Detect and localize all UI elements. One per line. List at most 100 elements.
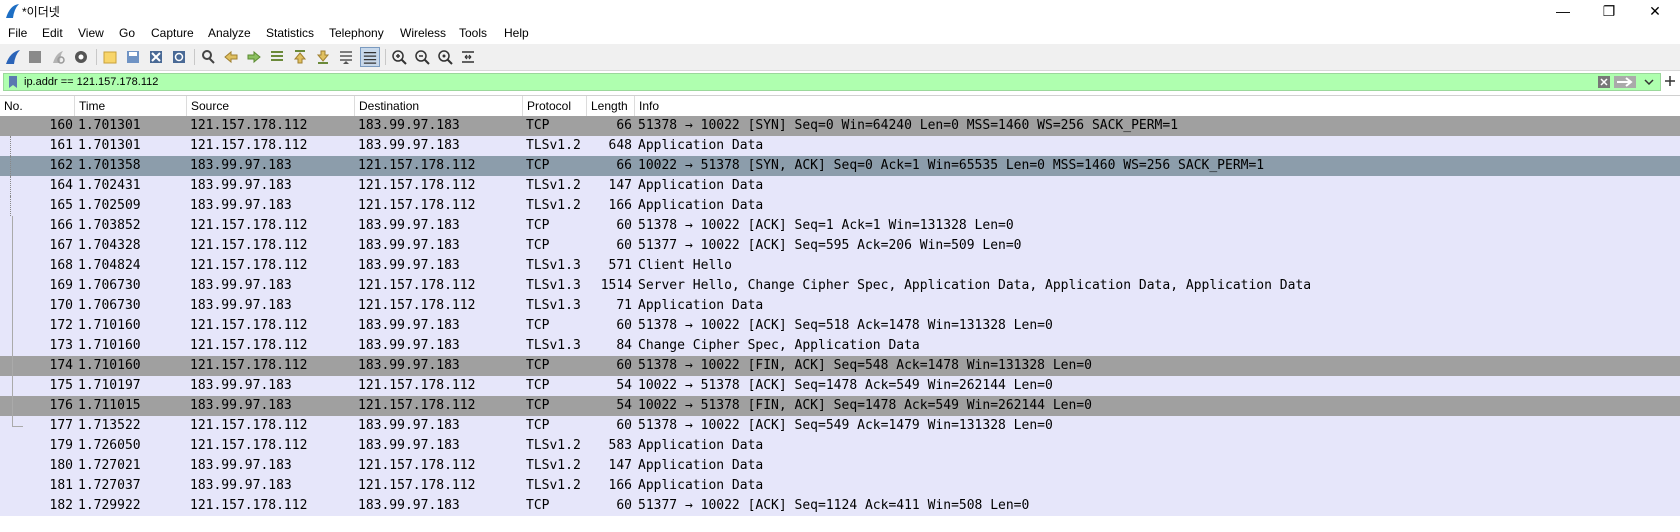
packet-row[interactable]: 169 1.706730 183.99.97.183 121.157.178.1…: [0, 276, 1680, 296]
packet-length: 1514: [600, 278, 632, 293]
zoom-out-icon[interactable]: [413, 48, 431, 66]
packet-row[interactable]: 173 1.710160 121.157.178.112 183.99.97.1…: [0, 336, 1680, 356]
menu-telephony[interactable]: Telephony: [327, 26, 386, 40]
packet-info: Application Data: [638, 438, 764, 453]
restart-icon[interactable]: [49, 48, 67, 66]
clear-filter-icon[interactable]: [1598, 76, 1610, 88]
packet-destination: 183.99.97.183: [358, 318, 460, 333]
packet-destination: 121.157.178.112: [358, 458, 476, 473]
column-header-protocol[interactable]: Protocol: [523, 96, 587, 116]
packet-row[interactable]: 177 1.713522 121.157.178.112 183.99.97.1…: [0, 416, 1680, 436]
menu-statistics[interactable]: Statistics: [264, 26, 316, 40]
packet-no: 167: [49, 238, 73, 253]
packet-length: 84: [616, 338, 632, 353]
packet-no: 161: [49, 138, 73, 153]
menu-help[interactable]: Help: [502, 26, 531, 40]
open-file-icon[interactable]: [101, 48, 119, 66]
packet-source: 183.99.97.183: [190, 158, 292, 173]
apply-filter-icon[interactable]: [1614, 76, 1636, 88]
packet-row[interactable]: 167 1.704328 121.157.178.112 183.99.97.1…: [0, 236, 1680, 256]
packet-protocol: TLSv1.3: [526, 338, 581, 353]
packet-row[interactable]: 175 1.710197 183.99.97.183 121.157.178.1…: [0, 376, 1680, 396]
menu-view[interactable]: View: [76, 26, 106, 40]
menu-analyze[interactable]: Analyze: [206, 26, 253, 40]
column-header-time[interactable]: Time: [75, 96, 187, 116]
packet-destination: 183.99.97.183: [358, 358, 460, 373]
bookmark-icon[interactable]: [7, 75, 19, 89]
zoom-in-icon[interactable]: [390, 48, 408, 66]
packet-row[interactable]: 176 1.711015 183.99.97.183 121.157.178.1…: [0, 396, 1680, 416]
go-forward-icon[interactable]: [245, 48, 263, 66]
display-filter-input[interactable]: [24, 74, 1604, 90]
resize-columns-icon[interactable]: [459, 48, 477, 66]
go-to-packet-icon[interactable]: [268, 48, 286, 66]
packet-row[interactable]: 164 1.702431 183.99.97.183 121.157.178.1…: [0, 176, 1680, 196]
packet-row[interactable]: 182 1.729922 121.157.178.112 183.99.97.1…: [0, 496, 1680, 516]
packet-row[interactable]: 180 1.727021 183.99.97.183 121.157.178.1…: [0, 456, 1680, 476]
close-file-icon[interactable]: [147, 48, 165, 66]
packet-row[interactable]: 168 1.704824 121.157.178.112 183.99.97.1…: [0, 256, 1680, 276]
menu-capture[interactable]: Capture: [149, 26, 196, 40]
packet-row[interactable]: 172 1.710160 121.157.178.112 183.99.97.1…: [0, 316, 1680, 336]
packet-source: 121.157.178.112: [190, 138, 308, 153]
menu-wireless[interactable]: Wireless: [398, 26, 448, 40]
packet-destination: 121.157.178.112: [358, 298, 476, 313]
capture-options-icon[interactable]: [72, 48, 90, 66]
menu-edit[interactable]: Edit: [40, 26, 65, 40]
packet-protocol: TCP: [526, 118, 550, 133]
packet-row[interactable]: 181 1.727037 183.99.97.183 121.157.178.1…: [0, 476, 1680, 496]
packet-length: 60: [616, 318, 632, 333]
go-back-icon[interactable]: [222, 48, 240, 66]
packet-source: 121.157.178.112: [190, 238, 308, 253]
menu-file[interactable]: File: [6, 26, 29, 40]
packet-info: 51378 → 10022 [ACK] Seq=518 Ack=1478 Win…: [638, 318, 1053, 333]
packet-destination: 183.99.97.183: [358, 138, 460, 153]
window-title: *이더넷: [22, 5, 60, 19]
maximize-button[interactable]: ❐: [1586, 0, 1632, 22]
reload-icon[interactable]: [170, 48, 188, 66]
find-packet-icon[interactable]: [199, 48, 217, 66]
packet-destination: 183.99.97.183: [358, 498, 460, 513]
column-header-destination[interactable]: Destination: [355, 96, 523, 116]
packet-row[interactable]: 170 1.706730 183.99.97.183 121.157.178.1…: [0, 296, 1680, 316]
packet-row-selected[interactable]: 162 1.701358 183.99.97.183 121.157.178.1…: [0, 156, 1680, 176]
minimize-button[interactable]: —: [1540, 0, 1586, 22]
packet-info: Application Data: [638, 458, 764, 473]
packet-protocol: TLSv1.2: [526, 438, 581, 453]
packet-no: 173: [49, 338, 73, 353]
packet-protocol: TCP: [526, 238, 550, 253]
packet-time: 1.711015: [78, 398, 141, 413]
packet-row[interactable]: 174 1.710160 121.157.178.112 183.99.97.1…: [0, 356, 1680, 376]
save-file-icon[interactable]: [124, 48, 142, 66]
packet-source: 121.157.178.112: [190, 318, 308, 333]
menu-go[interactable]: Go: [117, 26, 137, 40]
autoscroll-icon[interactable]: [337, 48, 355, 66]
go-first-icon[interactable]: [291, 48, 309, 66]
column-header-source[interactable]: Source: [187, 96, 355, 116]
column-header-length[interactable]: Length: [587, 96, 635, 116]
filter-history-chevron-icon[interactable]: [1644, 78, 1654, 86]
packet-row[interactable]: 166 1.703852 121.157.178.112 183.99.97.1…: [0, 216, 1680, 236]
column-header-no[interactable]: No.: [0, 96, 75, 116]
shark-fin-start-icon[interactable]: [4, 48, 22, 66]
packet-info: Client Hello: [638, 258, 732, 273]
packet-time: 1.727037: [78, 478, 141, 493]
colorize-icon[interactable]: [360, 47, 380, 67]
packet-row[interactable]: 179 1.726050 121.157.178.112 183.99.97.1…: [0, 436, 1680, 456]
packet-row[interactable]: 160 1.701301 121.157.178.112 183.99.97.1…: [0, 116, 1680, 136]
packet-protocol: TCP: [526, 398, 550, 413]
packet-length: 60: [616, 418, 632, 433]
normal-size-icon[interactable]: [436, 48, 454, 66]
add-filter-button-icon[interactable]: [1664, 75, 1676, 87]
go-last-icon[interactable]: [314, 48, 332, 66]
column-header-info[interactable]: Info: [635, 96, 1680, 116]
packet-row[interactable]: 161 1.701301 121.157.178.112 183.99.97.1…: [0, 136, 1680, 156]
packet-time: 1.704328: [78, 238, 141, 253]
packet-length: 66: [616, 118, 632, 133]
menu-tools[interactable]: Tools: [457, 26, 489, 40]
close-button[interactable]: ✕: [1632, 0, 1678, 22]
packet-no: 174: [49, 358, 73, 373]
packet-info: Application Data: [638, 298, 764, 313]
packet-row[interactable]: 165 1.702509 183.99.97.183 121.157.178.1…: [0, 196, 1680, 216]
stop-icon[interactable]: [26, 48, 44, 66]
